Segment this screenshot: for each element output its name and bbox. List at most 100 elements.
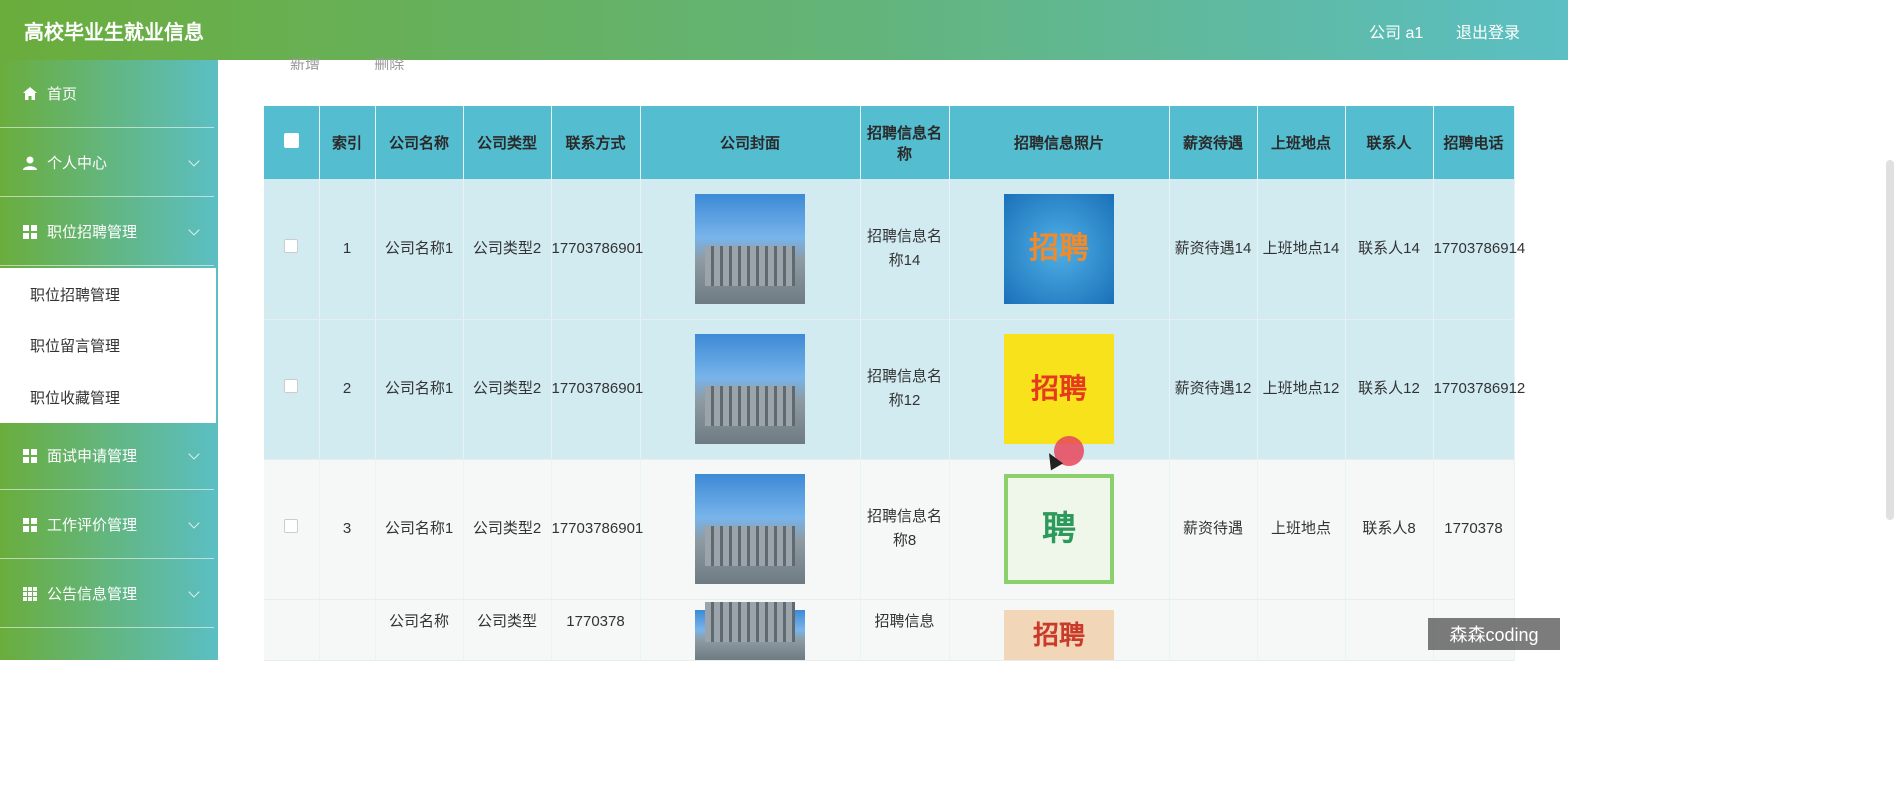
grid-icon [21,517,39,533]
sidebar-item-label: 首页 [47,86,78,103]
cell-company-type: 公司类型2 [463,459,552,600]
submenu-item-job-messages[interactable]: 职位留言管理 [30,335,120,356]
table-row[interactable]: 3 公司名称1 公司类型2 17703786901 招聘信息名称8 聘 薪资待遇… [264,459,1515,600]
cell-phone: 17703786914 [1433,179,1525,320]
cell-contact: 17703786901 [551,459,643,600]
toolbar: 新增 删除 [290,54,454,70]
table-header-row: 索引 公司名称 公司类型 联系方式 公司封面 招聘信息名称 招聘信息照片 薪资待… [264,106,1515,179]
cell-index [319,599,376,661]
cell-cover [640,319,861,460]
top-header: 高校毕业生就业信息 公司 a1 退出登录 [0,0,1568,60]
cell-contact-person [1345,599,1434,661]
company-cover-image [695,601,805,660]
sidebar-item-job-recruitment[interactable]: 职位招聘管理 [0,198,214,266]
cell-index: 1 [319,179,376,320]
cell-photo: 招聘 [949,599,1170,661]
cell-location [1257,599,1346,661]
table-row[interactable]: 1 公司名称1 公司类型2 17703786901 招聘信息名称14 招聘 薪资… [264,179,1525,320]
home-icon [21,86,39,102]
cell-phone: 17703786912 [1433,319,1525,460]
add-button[interactable]: 新增 [290,54,320,70]
cell-contact-person: 联系人12 [1345,319,1434,460]
job-photo-image: 聘 [1004,474,1114,584]
cell-phone: 1770378 [1433,459,1515,600]
company-cover-image [695,474,805,584]
job-table: 索引 公司名称 公司类型 联系方式 公司封面 招聘信息名称 招聘信息照片 薪资待… [264,106,1525,661]
cell-index: 3 [319,459,376,600]
col-header: 联系方式 [551,106,641,179]
col-header: 招聘信息名称 [860,106,950,179]
select-all-checkbox[interactable] [264,106,320,179]
sidebar-item-interview[interactable]: 面试申请管理 [0,422,214,490]
cell-salary: 薪资待遇14 [1169,179,1258,320]
col-header: 上班地点 [1257,106,1346,179]
job-photo-image: 招聘 [1004,609,1114,660]
cell-salary: 薪资待遇12 [1169,319,1258,460]
col-header: 招聘信息照片 [949,106,1170,179]
logout-button[interactable]: 退出登录 [1456,19,1520,43]
cell-salary: 薪资待遇 [1169,459,1258,600]
current-user[interactable]: 公司 a1 [1369,19,1423,43]
chevron-down-icon [188,586,200,598]
scrollbar[interactable] [1886,160,1894,520]
job-photo-image: 招聘 [1004,193,1114,304]
col-header: 招聘电话 [1433,106,1515,179]
cell-cover [640,599,861,661]
sidebar-item-label: 工作评价管理 [47,517,138,534]
chevron-down-icon [188,517,200,529]
sidebar-item-label: 个人中心 [47,155,108,172]
cell-photo: 招聘 [949,179,1170,320]
cell-location: 上班地点12 [1257,319,1346,460]
cell-contact-person: 联系人14 [1345,179,1434,320]
cell-location: 上班地点 [1257,459,1346,600]
cell-cover [640,179,861,320]
user-icon [21,155,39,171]
cell-index: 2 [319,319,376,460]
cell-job-name: 招聘信息名称8 [860,459,950,600]
col-header: 联系人 [1345,106,1434,179]
cell-company-name: 公司名称1 [375,319,464,460]
submenu-item-job-recruitment[interactable]: 职位招聘管理 [30,284,120,305]
chevron-down-icon [188,224,200,236]
sidebar-item-label: 公告信息管理 [47,586,138,603]
job-photo-image: 招聘 [1004,334,1114,444]
col-header: 公司封面 [640,106,861,179]
cell-company-type: 公司类型 [463,599,552,661]
apps-icon [21,586,39,602]
sidebar-item-announcements[interactable]: 公告信息管理 [0,560,214,628]
submenu-item-job-favorites[interactable]: 职位收藏管理 [30,387,120,408]
col-header: 索引 [319,106,376,179]
sidebar-item-label: 职位招聘管理 [47,224,138,241]
table-row[interactable]: 公司名称 公司类型 1770378 招聘信息 招聘 [264,599,1515,661]
cell-company-name: 公司名称1 [375,459,464,600]
col-header: 薪资待遇 [1169,106,1258,179]
delete-button[interactable]: 删除 [374,54,404,70]
grid-icon [21,224,39,240]
sidebar-item-home[interactable]: 首页 [0,60,214,128]
col-header: 公司名称 [375,106,464,179]
chevron-down-icon [188,448,200,460]
cell-contact: 1770378 [551,599,641,661]
sidebar-item-personal-center[interactable]: 个人中心 [0,129,214,197]
app-title: 高校毕业生就业信息 [24,22,204,44]
submenu: 职位招聘管理 职位留言管理 职位收藏管理 [0,268,216,423]
table-row[interactable]: 2 公司名称1 公司类型2 17703786901 招聘信息名称12 招聘 薪资… [264,319,1525,460]
row-checkbox[interactable] [264,459,320,600]
cell-company-name: 公司名称 [375,599,464,661]
cell-company-name: 公司名称1 [375,179,464,320]
row-checkbox[interactable] [264,599,320,661]
company-cover-image [695,193,805,304]
cell-company-type: 公司类型2 [463,179,552,320]
row-checkbox[interactable] [264,319,320,460]
cell-contact-person: 联系人8 [1345,459,1434,600]
col-header: 公司类型 [463,106,552,179]
cell-job-name: 招聘信息名称12 [860,319,950,460]
grid-icon [21,448,39,464]
watermark: 森森coding [1428,618,1560,650]
sidebar-item-work-evaluation[interactable]: 工作评价管理 [0,491,214,559]
row-checkbox[interactable] [264,179,320,320]
company-cover-image [695,334,805,444]
sidebar-item-label: 面试申请管理 [47,448,138,465]
cell-contact: 17703786901 [551,179,643,320]
cell-job-name: 招聘信息名称14 [860,179,950,320]
